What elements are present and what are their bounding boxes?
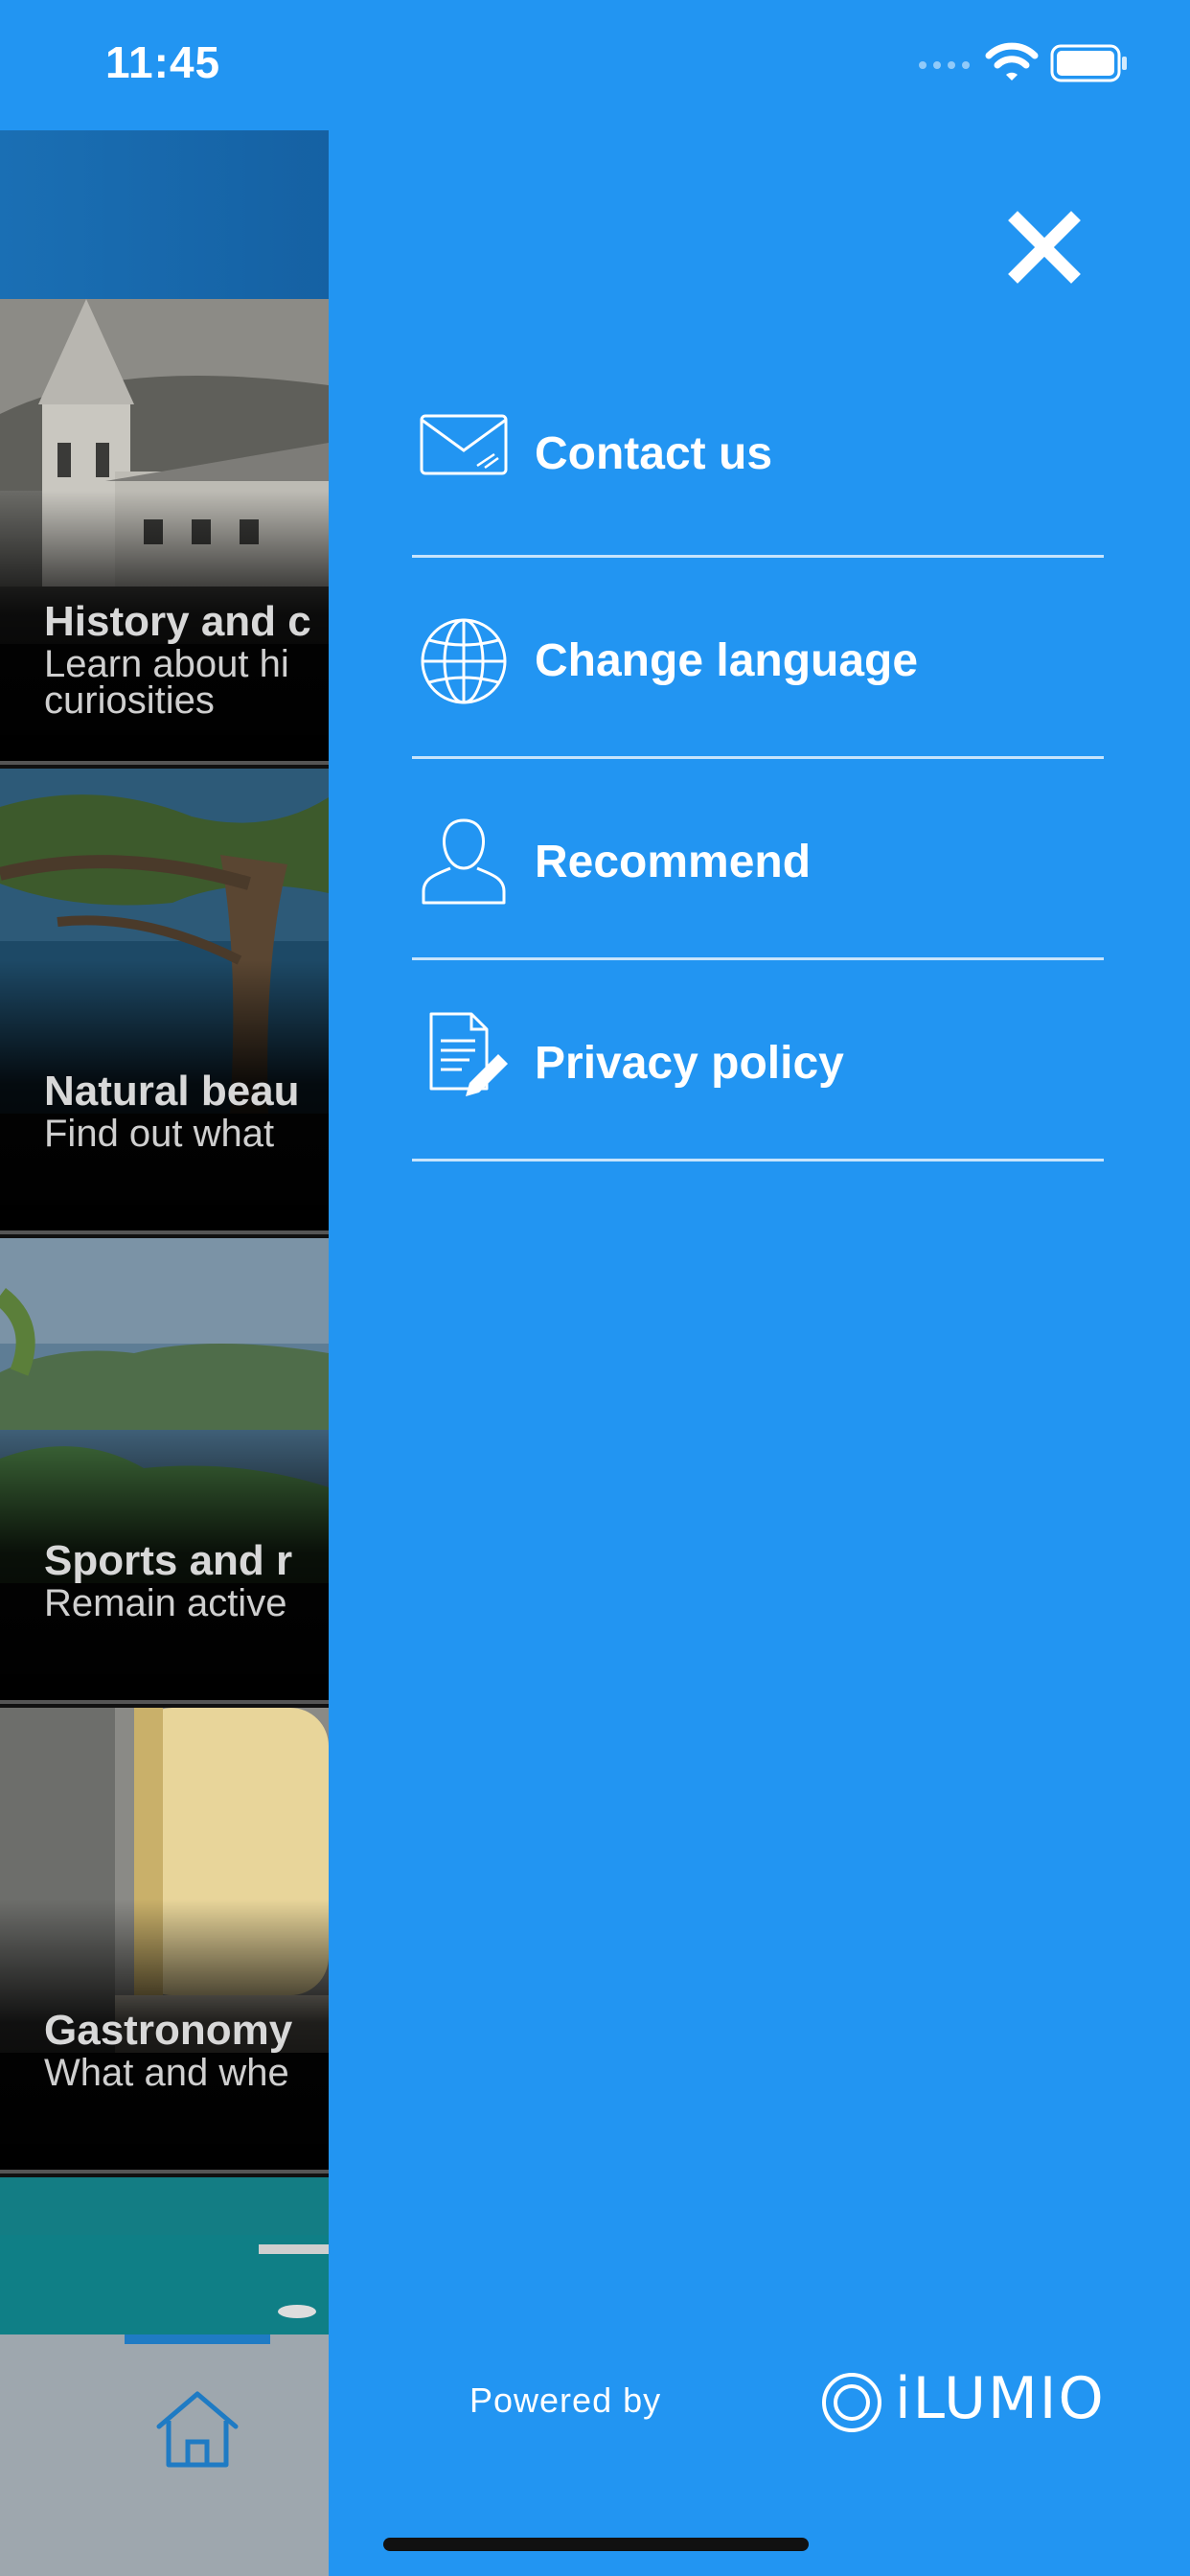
powered-by-label: Powered by xyxy=(469,2380,662,2420)
background-app: History and c Learn about hi curiosities… xyxy=(0,130,329,2576)
background-header xyxy=(0,130,329,299)
category-card-gastronomy[interactable]: Gastronomy What and whe xyxy=(0,1708,329,2174)
menu-item-label: Contact us xyxy=(535,428,773,479)
card-subtitle: What and whe xyxy=(44,2052,289,2094)
card-title: History and c xyxy=(44,598,311,645)
card-title: Natural beau xyxy=(44,1068,300,1115)
menu-item-label: Recommend xyxy=(535,837,812,887)
close-icon[interactable] xyxy=(1006,209,1083,286)
ilumio-logo-icon xyxy=(822,2373,881,2432)
card-title: Gastronomy xyxy=(44,2007,293,2054)
wifi-icon xyxy=(985,42,1039,80)
cellular-signal-icon xyxy=(919,61,970,69)
category-card-sea[interactable] xyxy=(0,2177,329,2340)
category-card-history[interactable]: History and c Learn about hi curiosities xyxy=(0,299,329,765)
status-time: 11:45 xyxy=(105,37,221,87)
status-bar: 11:45 xyxy=(0,0,1190,130)
tab-bar xyxy=(0,2334,329,2576)
battery-icon xyxy=(1050,44,1127,82)
card-subtitle: Find out what xyxy=(44,1113,275,1155)
document-edit-icon xyxy=(429,1012,508,1096)
card-subtitle: Remain active xyxy=(44,1582,287,1624)
menu-item-contact-us[interactable]: Contact us xyxy=(412,356,1104,558)
globe-icon xyxy=(421,618,507,704)
menu-item-privacy-policy[interactable]: Privacy policy xyxy=(412,960,1104,1162)
tab-active-indicator xyxy=(125,2334,270,2344)
menu-item-label: Privacy policy xyxy=(535,1038,844,1089)
brand-name[interactable]: iLUMIO xyxy=(895,2365,1106,2432)
envelope-icon xyxy=(420,414,508,475)
menu-item-label: Change language xyxy=(535,635,919,686)
category-card-nature[interactable]: Natural beau Find out what xyxy=(0,769,329,1234)
card-subtitle: Learn about hi curiosities xyxy=(44,643,289,722)
home-icon[interactable] xyxy=(153,2388,241,2469)
card-title: Sports and r xyxy=(44,1537,293,1584)
category-card-sports[interactable]: Sports and r Remain active xyxy=(0,1238,329,1704)
home-indicator[interactable] xyxy=(383,2538,809,2551)
person-icon xyxy=(422,818,506,905)
menu-item-change-language[interactable]: Change language xyxy=(412,558,1104,759)
menu-item-recommend[interactable]: Recommend xyxy=(412,759,1104,960)
sea-image xyxy=(0,2177,329,2340)
